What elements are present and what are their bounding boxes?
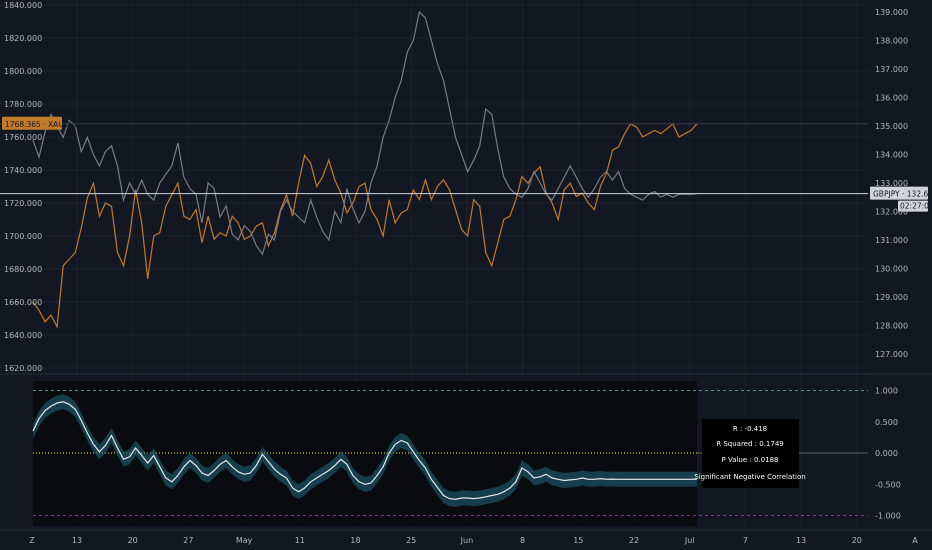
x-tick-label: 18: [350, 536, 360, 545]
left-tick-label: 1800.000: [4, 67, 42, 76]
correlation-tick-label: 0.000: [875, 449, 898, 458]
z-icon[interactable]: Z: [29, 536, 35, 545]
left-tick-label: 1680.000: [4, 265, 42, 274]
left-tick-label: 1780.000: [4, 100, 42, 109]
left-tick-label: 1840.000: [4, 1, 42, 10]
x-tick-label: Jul: [684, 536, 695, 545]
right-tick-label: 129.000: [875, 293, 908, 302]
chart-canvas[interactable]: 1768.365 · XAUUSDGBPJPY · 132.62602:27:0…: [0, 0, 932, 550]
correlation-tick-label: -1.000: [875, 512, 901, 521]
correlation-tick-label: 0.500: [875, 418, 898, 427]
right-tick-label: 131.000: [875, 236, 908, 245]
x-tick-label: May: [236, 536, 253, 545]
xauusd-tag-label: 1768.365 · XAUUSD: [5, 120, 80, 129]
left-tick-label: 1820.000: [4, 34, 42, 43]
x-tick-label: 13: [796, 536, 806, 545]
right-tick-label: 127.000: [875, 350, 908, 359]
left-tick-label: 1640.000: [4, 331, 42, 340]
stats-box: R : -0.418 R Squared : 0.1749 P Value : …: [694, 419, 806, 488]
left-tick-label: 1720.000: [4, 199, 42, 208]
x-tick-label: 25: [406, 536, 416, 545]
x-tick-label: 11: [295, 536, 305, 545]
left-tick-label: 1700.000: [4, 232, 42, 241]
x-tick-label: 20: [852, 536, 862, 545]
x-tick-label: 7: [743, 536, 748, 545]
correlation-tick-label: 1.000: [875, 387, 898, 396]
x-tick-label: 22: [629, 536, 639, 545]
right-tick-label: 130.000: [875, 264, 908, 273]
x-tick-label: 27: [183, 536, 193, 545]
right-tick-label: 138.000: [875, 37, 908, 46]
right-tick-label: 135.000: [875, 122, 908, 131]
right-tick-label: 133.000: [875, 179, 908, 188]
left-tick-label: 1760.000: [4, 133, 42, 142]
left-tick-label: 1660.000: [4, 298, 42, 307]
right-tick-label: 134.000: [875, 150, 908, 159]
stats-p-value: P Value : 0.0188: [722, 456, 779, 464]
gbpjpy-tag-label: GBPJPY · 132.626: [873, 190, 932, 199]
x-tick-label: Jun: [460, 536, 474, 545]
stats-r: R : -0.418: [733, 425, 767, 433]
right-tick-label: 137.000: [875, 65, 908, 74]
right-tick-label: 132.000: [875, 207, 908, 216]
right-tick-label: 139.000: [875, 8, 908, 17]
left-tick-label: 1620.000: [4, 364, 42, 373]
x-tick-label: 20: [128, 536, 138, 545]
right-tick-label: 136.000: [875, 94, 908, 103]
correlation-tick-label: -0.500: [875, 480, 901, 489]
right-tick-label: 128.000: [875, 321, 908, 330]
x-tick-label: 15: [573, 536, 583, 545]
stats-r-squared: R Squared : 0.1749: [716, 440, 783, 448]
x-tick-label: 13: [72, 536, 82, 545]
left-tick-label: 1740.000: [4, 166, 42, 175]
x-tick-label: 8: [520, 536, 525, 545]
stats-verdict: Significant Negative Correlation: [694, 473, 805, 481]
auto-scale-icon[interactable]: A: [912, 536, 918, 545]
